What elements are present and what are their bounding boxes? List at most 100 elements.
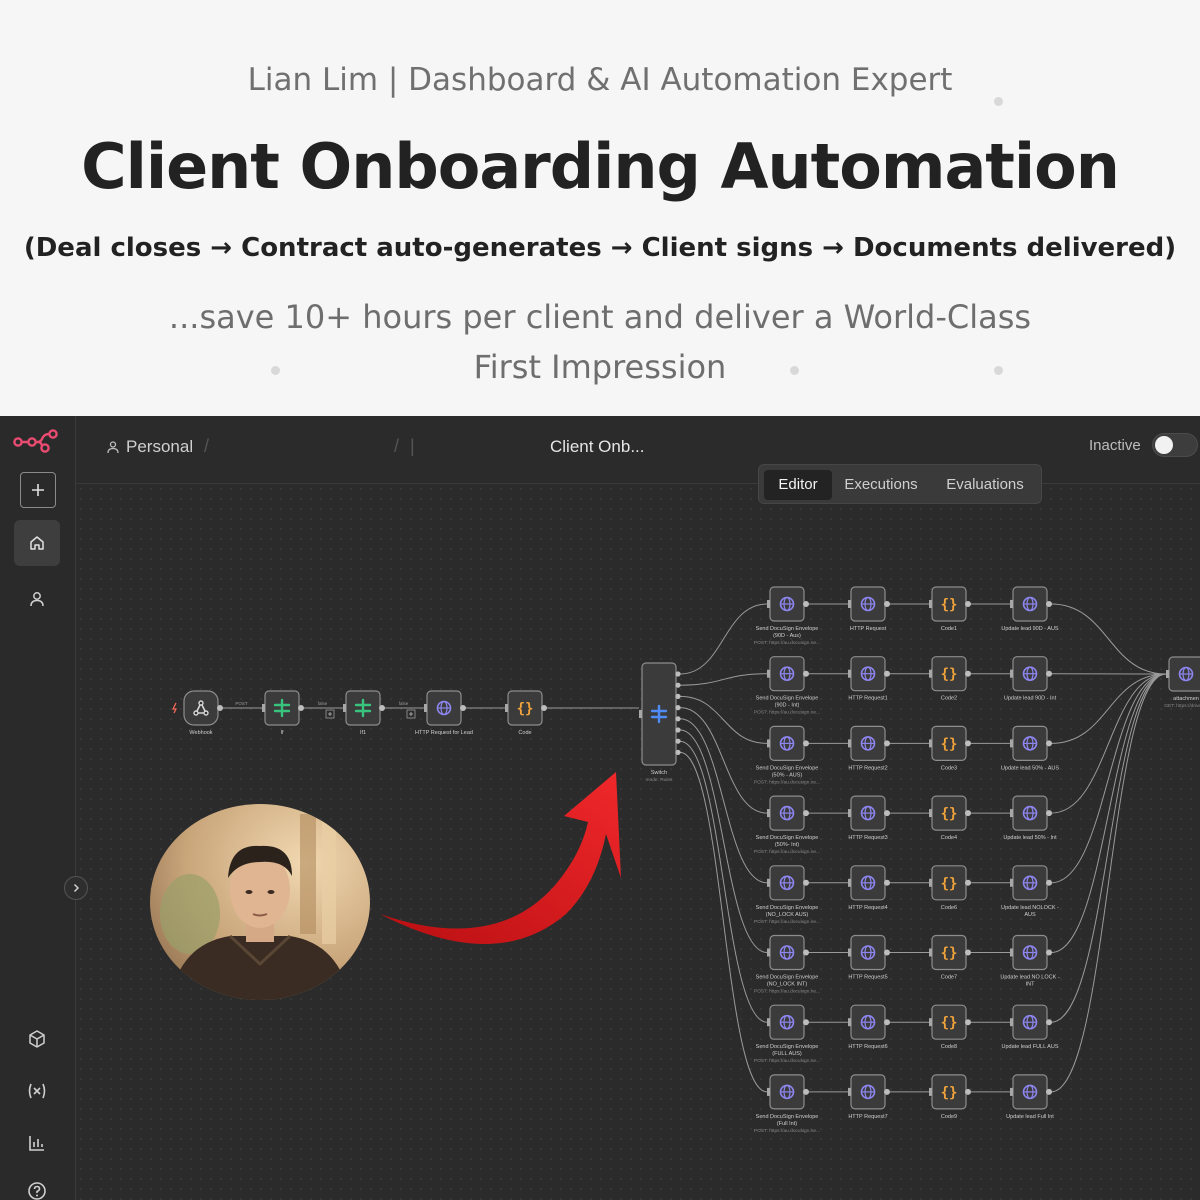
help-button[interactable] (14, 1168, 60, 1200)
node-http-request[interactable]: HTTP Request5 (848, 934, 890, 981)
input-handle[interactable] (767, 1087, 770, 1096)
input-handle[interactable] (767, 809, 770, 818)
input-handle[interactable] (848, 1018, 851, 1027)
node-update-lead[interactable]: Update lead 50% - AUS (1001, 725, 1059, 771)
node-send-docusign[interactable]: Send DocuSign Envelope(50%- Int)POST: ht… (754, 795, 820, 855)
output-handle[interactable] (884, 810, 890, 817)
node-http-request[interactable]: HTTP Request4 (848, 865, 890, 911)
input-handle[interactable] (848, 878, 851, 887)
input-handle[interactable] (1010, 948, 1013, 957)
input-handle[interactable] (929, 948, 932, 957)
input-handle[interactable] (1010, 1018, 1013, 1027)
node-code[interactable]: {} Code2 (929, 656, 971, 702)
input-handle[interactable] (929, 809, 932, 818)
node-send-docusign[interactable]: Send DocuSign Envelope(50% - AUS)POST: h… (754, 725, 820, 785)
tab-editor[interactable]: Editor (764, 470, 832, 500)
output-handle[interactable] (803, 740, 809, 747)
input-handle[interactable] (929, 878, 932, 887)
node-http-request[interactable]: HTTP Request (848, 586, 890, 632)
input-handle[interactable] (848, 600, 851, 608)
input-handle[interactable] (929, 739, 932, 748)
node-send-docusign[interactable]: Send DocuSign Envelope(Full Int)POST: ht… (754, 1074, 820, 1134)
node-update-lead[interactable]: Update lead NO LOCK -INT (1000, 934, 1060, 988)
expand-sidebar-button[interactable] (64, 876, 88, 900)
input-handle[interactable] (848, 809, 851, 818)
output-handle[interactable] (1046, 740, 1052, 747)
node-code[interactable]: {} Code6 (929, 865, 971, 911)
home-button[interactable] (14, 520, 60, 566)
output-handle[interactable] (1046, 949, 1052, 956)
node-attachment[interactable]: attachmenGET: https://drive.go (1164, 656, 1200, 709)
logo-icon[interactable] (12, 428, 60, 459)
input-handle[interactable] (848, 1087, 851, 1096)
output-handle[interactable] (803, 601, 809, 607)
output-handle[interactable] (965, 1088, 971, 1095)
output-handle[interactable] (1046, 810, 1052, 817)
input-handle[interactable] (848, 948, 851, 957)
output-handle[interactable] (803, 670, 809, 677)
node-send-docusign[interactable]: Send DocuSign Envelope(NO_LOCK AUS)POST:… (754, 865, 820, 925)
input-handle[interactable] (767, 600, 770, 608)
node-send-docusign[interactable]: Send DocuSign Envelope(90D - Aus)POST: h… (754, 586, 820, 646)
node-code[interactable]: {} Code1 (929, 586, 971, 632)
output-handle[interactable] (803, 949, 809, 956)
output-handle[interactable] (1046, 1088, 1052, 1095)
output-handle[interactable] (1046, 601, 1052, 607)
node-code[interactable]: {} Code3 (929, 725, 971, 771)
input-handle[interactable] (929, 1087, 932, 1096)
activation-toggle[interactable] (1152, 433, 1198, 457)
output-handle[interactable] (884, 949, 890, 956)
output-handle[interactable] (965, 740, 971, 747)
node-http-request[interactable]: HTTP Request1 (848, 656, 890, 702)
input-handle[interactable] (767, 739, 770, 748)
output-handle[interactable] (884, 601, 890, 607)
node-send-docusign[interactable]: Send DocuSign Envelope(90D - Int)POST: h… (754, 656, 820, 716)
output-handle[interactable] (965, 810, 971, 817)
breadcrumb[interactable]: Personal (106, 437, 193, 457)
node-code[interactable]: {} Code8 (929, 1004, 971, 1050)
input-handle[interactable] (1010, 669, 1013, 678)
node-code[interactable]: {} Code4 (929, 795, 971, 841)
node-code[interactable]: {} Code7 (929, 934, 971, 981)
output-handle[interactable] (965, 1019, 971, 1026)
output-handle[interactable] (884, 740, 890, 747)
input-handle[interactable] (848, 739, 851, 748)
node-update-lead[interactable]: Update lead NOLOCK -AUS (1001, 865, 1059, 918)
output-handle[interactable] (803, 810, 809, 817)
project-name[interactable]: Personal (126, 437, 193, 457)
output-handle[interactable] (965, 670, 971, 677)
workflow-name[interactable]: Client Onb... (550, 437, 645, 457)
node-update-lead[interactable]: Update lead FULL AUS (1002, 1004, 1059, 1050)
tab-evaluations[interactable]: Evaluations (937, 470, 1033, 500)
output-handle[interactable] (884, 670, 890, 677)
input-handle[interactable] (767, 878, 770, 887)
input-handle[interactable] (767, 948, 770, 957)
input-handle[interactable] (1010, 600, 1013, 608)
output-handle[interactable] (884, 1088, 890, 1095)
input-handle[interactable] (1010, 809, 1013, 818)
workflow-canvas[interactable]: Webhook POST If false If1 false HTTP Request f… (76, 484, 1200, 1200)
variables-button[interactable] (14, 1068, 60, 1114)
input-handle[interactable] (1010, 739, 1013, 748)
input-handle[interactable] (929, 600, 932, 608)
output-handle[interactable] (803, 879, 809, 886)
node-update-lead[interactable]: Update lead 90D - AUS (1001, 586, 1059, 632)
output-handle[interactable] (803, 1088, 809, 1095)
input-handle[interactable] (767, 1018, 770, 1027)
node-update-lead[interactable]: Update lead 50% - Int (1003, 795, 1057, 841)
input-handle[interactable] (1166, 670, 1169, 678)
input-handle[interactable] (767, 669, 770, 678)
output-handle[interactable] (1046, 879, 1052, 886)
templates-button[interactable] (14, 1016, 60, 1062)
output-handle[interactable] (965, 949, 971, 956)
node-code[interactable]: {} Code9 (929, 1074, 971, 1120)
node-update-lead[interactable]: Update lead 90D - Int (1004, 656, 1057, 702)
node-update-lead[interactable]: Update lead Full Int (1006, 1074, 1054, 1120)
node-http-request[interactable]: HTTP Request6 (848, 1004, 890, 1050)
add-button[interactable] (20, 472, 56, 508)
insights-button[interactable] (14, 1120, 60, 1166)
node-send-docusign[interactable]: Send DocuSign Envelope(NO_LOCK INT)POST:… (754, 934, 820, 995)
output-handle[interactable] (884, 1019, 890, 1026)
input-handle[interactable] (929, 669, 932, 678)
node-http-request[interactable]: HTTP Request2 (848, 725, 890, 771)
